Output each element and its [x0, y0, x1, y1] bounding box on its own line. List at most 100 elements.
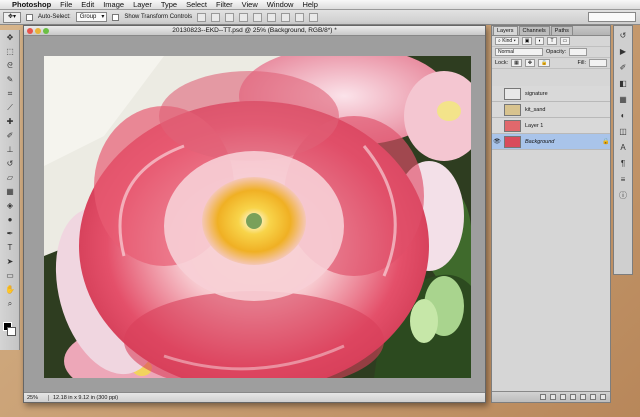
menu-type[interactable]: Type	[161, 0, 177, 9]
layer-name: kit_sand	[525, 106, 546, 113]
shape-tool-icon[interactable]: ▭	[3, 270, 17, 281]
info-panel-icon[interactable]: ⓘ	[617, 190, 629, 201]
gradient-tool-icon[interactable]: ▦	[3, 186, 17, 197]
actions-panel-icon[interactable]: ▶	[617, 46, 629, 57]
move-tool-preset-icon[interactable]: ✥▾	[3, 11, 21, 23]
link-layers-icon[interactable]	[540, 394, 546, 400]
lock-all-icon[interactable]: 🔒	[538, 59, 551, 67]
filter-pixel-icon[interactable]: ▣	[521, 37, 533, 45]
document-title-bar[interactable]: 20130823--EKD--TT.psd @ 25% (Background,…	[24, 26, 485, 36]
lock-position-icon[interactable]: ✥	[524, 59, 536, 67]
properties-panel-icon[interactable]: ≡	[617, 174, 629, 185]
new-layer-icon[interactable]	[590, 394, 596, 400]
auto-select-checkbox[interactable]	[26, 13, 33, 21]
menu-filter[interactable]: Filter	[216, 0, 233, 9]
layer-style-icon[interactable]	[550, 394, 556, 400]
fill-field[interactable]	[589, 59, 607, 67]
quick-select-tool-icon[interactable]: ✎	[3, 74, 17, 85]
eye-icon[interactable]: 👁	[492, 138, 502, 145]
trash-icon[interactable]	[600, 394, 606, 400]
align-right-icon[interactable]	[267, 12, 277, 22]
layers-panel-footer	[492, 391, 610, 402]
color-panel-icon[interactable]: ◧	[617, 78, 629, 89]
character-panel-icon[interactable]: A	[617, 142, 629, 153]
layer-name: signature	[525, 90, 548, 97]
swatches-panel-icon[interactable]: ▦	[617, 94, 629, 105]
clone-stamp-tool-icon[interactable]: ⊥	[3, 144, 17, 155]
menu-layer[interactable]: Layer	[133, 0, 152, 9]
layer-filter-row: ⌕ Kind ▾ ▣ ◐ T ▭	[492, 36, 610, 47]
lasso-tool-icon[interactable]: ᘓ	[3, 60, 17, 71]
align-middle-icon[interactable]	[211, 12, 221, 22]
tab-layers[interactable]: Layers	[493, 26, 518, 35]
panel-dock: ↺ ▶ ✐ ◧ ▦ ◐ ◫ A ¶ ≡ ⓘ	[613, 25, 633, 275]
auto-align-icon[interactable]	[309, 12, 319, 22]
healing-brush-tool-icon[interactable]: ✚	[3, 116, 17, 127]
tab-channels[interactable]: Channels	[518, 26, 550, 35]
menu-image[interactable]: Image	[103, 0, 124, 9]
opacity-field[interactable]	[569, 48, 588, 56]
auto-select-dropdown[interactable]: Group	[75, 12, 108, 22]
document-window: 20130823--EKD--TT.psd @ 25% (Background,…	[23, 25, 486, 403]
menu-window[interactable]: Window	[267, 0, 294, 9]
menu-help[interactable]: Help	[302, 0, 317, 9]
layers-list: signature kit_sand Layer 1 👁 Background …	[492, 86, 610, 150]
menu-photoshop[interactable]: Photoshop	[12, 0, 51, 9]
menu-select[interactable]: Select	[186, 0, 207, 9]
transform-controls-checkbox[interactable]	[112, 13, 120, 21]
brushes-panel-icon[interactable]: ✐	[617, 62, 629, 73]
canvas-image[interactable]	[44, 56, 471, 378]
history-panel-icon[interactable]: ↺	[617, 30, 629, 41]
lock-pixels-icon[interactable]: ▦	[511, 59, 522, 67]
close-icon[interactable]	[27, 28, 33, 34]
filter-type-icon[interactable]: T	[547, 37, 557, 45]
zoom-tool-icon[interactable]: ⌕	[3, 298, 17, 309]
hand-tool-icon[interactable]: ✋	[3, 284, 17, 295]
lock-label: Lock:	[495, 60, 509, 66]
menu-edit[interactable]: Edit	[81, 0, 94, 9]
layer-thumbnail	[504, 135, 521, 148]
filter-kind-dropdown[interactable]: ⌕ Kind ▾	[495, 37, 519, 45]
menu-view[interactable]: View	[242, 0, 258, 9]
align-center-icon[interactable]	[253, 12, 263, 22]
move-tool-icon[interactable]: ✥	[3, 32, 17, 43]
blur-tool-icon[interactable]: ◈	[3, 200, 17, 211]
menu-file[interactable]: File	[60, 0, 72, 9]
pen-tool-icon[interactable]: ✒	[3, 228, 17, 239]
align-top-icon[interactable]	[197, 12, 207, 22]
distribute-horizontal-icon[interactable]	[295, 12, 305, 22]
filter-shape-icon[interactable]: ▭	[559, 37, 571, 45]
adjustments-panel-icon[interactable]: ◐	[617, 110, 629, 121]
align-bottom-icon[interactable]	[225, 12, 235, 22]
layer-row-signature[interactable]: signature	[492, 86, 610, 102]
document-size-info[interactable]: 12.18 in x 9.12 in (300 ppi)	[53, 395, 118, 401]
new-group-icon[interactable]	[580, 394, 586, 400]
tab-paths[interactable]: Paths	[550, 26, 573, 35]
crop-tool-icon[interactable]: ⌗	[3, 88, 17, 99]
lock-row: Lock: ▦ ✥ 🔒 Fill:	[492, 58, 610, 69]
marquee-tool-icon[interactable]: ⬚	[3, 46, 17, 57]
workspace-switcher[interactable]	[588, 12, 636, 22]
dodge-tool-icon[interactable]: ●	[3, 214, 17, 225]
align-left-icon[interactable]	[239, 12, 249, 22]
styles-panel-icon[interactable]: ◫	[617, 126, 629, 137]
blend-mode-dropdown[interactable]: Normal	[495, 48, 543, 56]
layer-row-kit-sand[interactable]: kit_sand	[492, 102, 610, 118]
zoom-level[interactable]: 25%	[27, 394, 49, 401]
filter-adjust-icon[interactable]: ◐	[535, 37, 545, 45]
path-select-tool-icon[interactable]: ➤	[3, 256, 17, 267]
add-mask-icon[interactable]	[560, 394, 566, 400]
history-brush-tool-icon[interactable]: ↺	[3, 158, 17, 169]
minimize-icon[interactable]	[35, 28, 41, 34]
brush-tool-icon[interactable]: ✐	[3, 130, 17, 141]
eyedropper-tool-icon[interactable]: ⟋	[3, 102, 17, 113]
zoom-window-icon[interactable]	[43, 28, 49, 34]
adjustment-layer-icon[interactable]	[570, 394, 576, 400]
background-color-swatch[interactable]	[7, 327, 16, 336]
type-tool-icon[interactable]: T	[3, 242, 17, 253]
distribute-icon[interactable]	[281, 12, 291, 22]
layer-row-layer-1[interactable]: Layer 1	[492, 118, 610, 134]
eraser-tool-icon[interactable]: ▱	[3, 172, 17, 183]
paragraph-panel-icon[interactable]: ¶	[617, 158, 629, 169]
layer-row-background[interactable]: 👁 Background 🔒	[492, 134, 610, 150]
